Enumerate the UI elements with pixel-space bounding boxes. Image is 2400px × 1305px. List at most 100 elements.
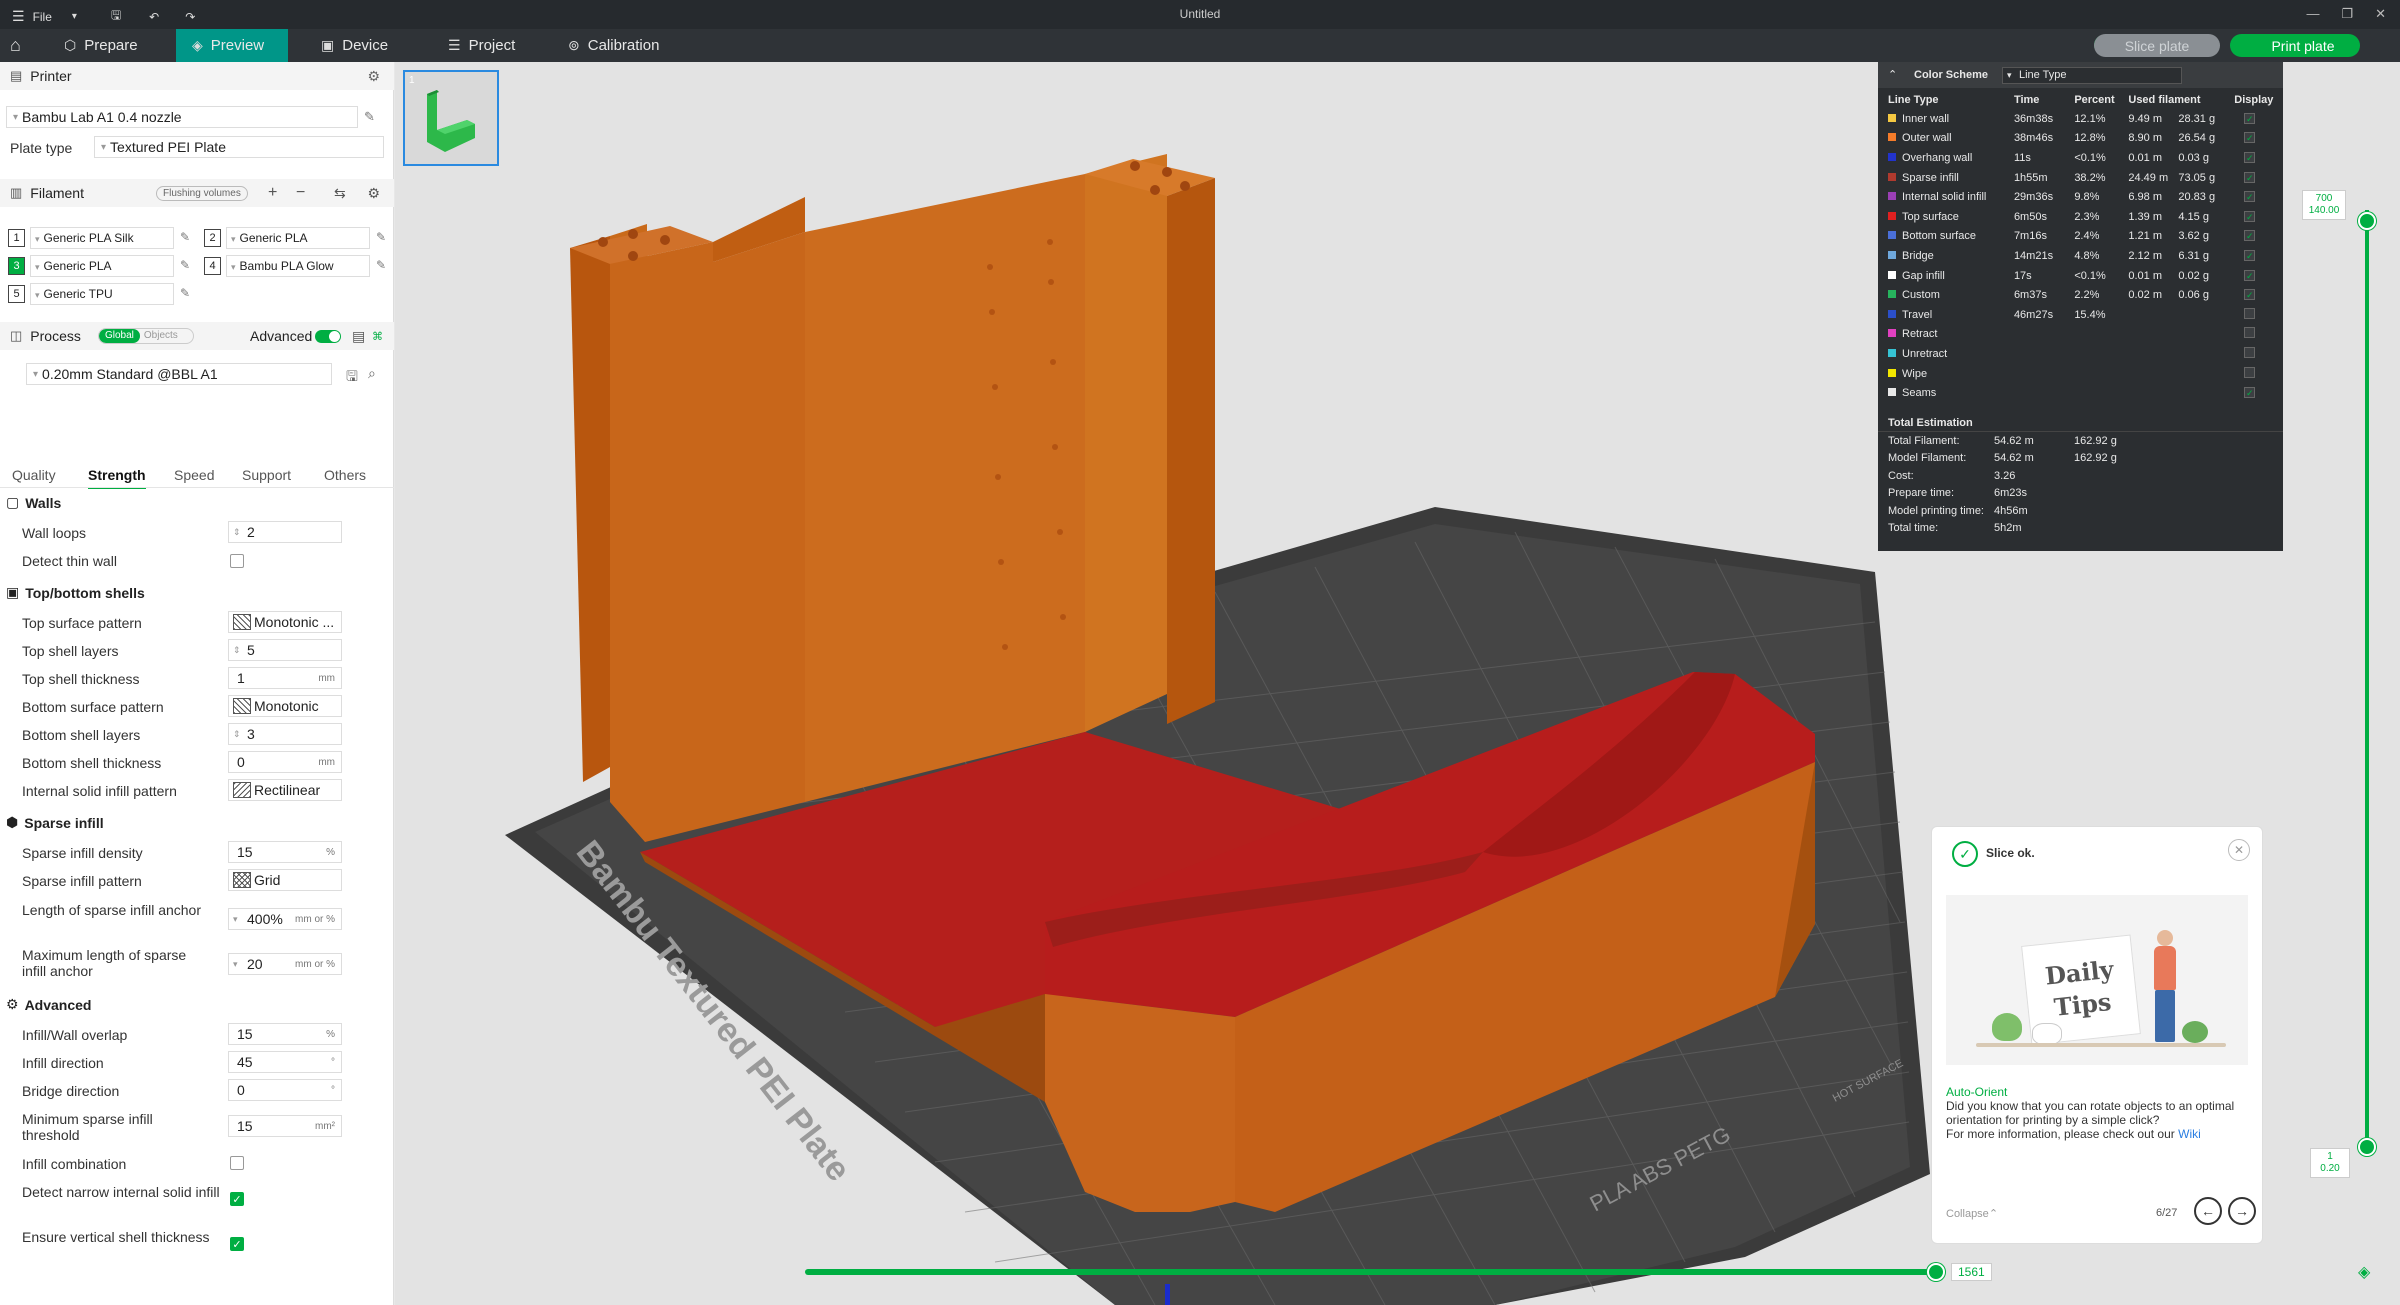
add-icon[interactable]: + bbox=[268, 184, 277, 202]
collapse-legend-icon[interactable]: ⌃ bbox=[1888, 68, 1897, 81]
save-preset-icon[interactable]: 🖫 bbox=[346, 366, 358, 390]
layer-slider-bottom-handle[interactable] bbox=[2358, 1138, 2376, 1156]
move-slider-handle[interactable] bbox=[1927, 1263, 1945, 1281]
filament-slot-3[interactable]: 3 ▾ Generic PLA ✎ bbox=[8, 255, 193, 277]
objects-option[interactable]: Objects bbox=[140, 329, 182, 343]
subtab-others[interactable]: Others bbox=[324, 467, 366, 483]
dropdown-icon[interactable]: ▾ bbox=[233, 959, 241, 970]
bottom-surface-pattern-select[interactable]: Monotonic bbox=[228, 695, 342, 717]
minimize-icon[interactable]: — bbox=[2306, 6, 2319, 22]
home-button[interactable]: ⌂ bbox=[0, 29, 40, 62]
filament-slot-4[interactable]: 4 ▾ Bambu PLA Glow ✎ bbox=[204, 255, 389, 277]
edit-icon[interactable]: ✎ bbox=[180, 230, 190, 244]
wiki-link[interactable]: Wiki bbox=[2178, 1127, 2201, 1141]
filament-select[interactable]: ▾ Generic PLA Silk bbox=[30, 227, 174, 249]
previous-tip-button[interactable]: ← bbox=[2194, 1197, 2222, 1225]
advanced-toggle[interactable] bbox=[315, 330, 341, 343]
layer-slider-track[interactable] bbox=[2365, 210, 2369, 1150]
collapse-button[interactable]: Collapse⌃ bbox=[1946, 1207, 1998, 1220]
printer-select[interactable]: ▾ Bambu Lab A1 0.4 nozzle bbox=[6, 106, 358, 128]
edit-icon[interactable]: ✎ bbox=[376, 230, 386, 244]
display-checkbox[interactable]: ✓ bbox=[2244, 112, 2256, 124]
top-shell-layers-input[interactable]: ⇕ 5 bbox=[228, 639, 342, 661]
spin-icon[interactable]: ⇕ bbox=[233, 527, 241, 538]
search-settings-icon[interactable]: ⌘ bbox=[372, 330, 383, 343]
display-checkbox[interactable] bbox=[2244, 327, 2256, 339]
layers-toggle-icon[interactable]: ◈ bbox=[2358, 1262, 2370, 1282]
edit-icon[interactable]: ✎ bbox=[180, 286, 190, 300]
color-scheme-select[interactable]: ▾ Line Type bbox=[2002, 67, 2182, 84]
display-checkbox[interactable]: ✓ bbox=[2244, 132, 2256, 144]
flushing-volumes-button[interactable]: Flushing volumes bbox=[156, 186, 248, 201]
tab-device[interactable]: ▣ Device bbox=[305, 29, 404, 62]
wall-loops-input[interactable]: ⇕ 2 bbox=[228, 521, 342, 543]
plate-type-select[interactable]: ▾ Textured PEI Plate bbox=[94, 136, 384, 158]
close-icon[interactable]: ✕ bbox=[2228, 839, 2250, 861]
sparse-infill-anchor-input[interactable]: ▾ 400% mm or % bbox=[228, 908, 342, 930]
move-slider-track[interactable] bbox=[805, 1269, 1935, 1275]
gear-icon[interactable]: ⚙ bbox=[367, 68, 380, 85]
next-tip-button[interactable]: → bbox=[2228, 1197, 2256, 1225]
display-checkbox[interactable]: ✓ bbox=[2244, 387, 2256, 399]
display-checkbox[interactable] bbox=[2244, 366, 2256, 378]
filament-select[interactable]: ▾ Bambu PLA Glow bbox=[226, 255, 370, 277]
bridge-direction-input[interactable]: 0 ° bbox=[228, 1079, 342, 1101]
subtab-strength[interactable]: Strength bbox=[88, 467, 146, 489]
sparse-infill-density-input[interactable]: 15% bbox=[228, 841, 342, 863]
gear-icon[interactable]: ⚙ bbox=[367, 185, 380, 202]
edit-icon[interactable]: ✎ bbox=[376, 258, 386, 272]
display-checkbox[interactable]: ✓ bbox=[2244, 269, 2256, 281]
print-plate-button[interactable]: Print plate bbox=[2230, 34, 2360, 57]
remove-icon[interactable]: − bbox=[296, 184, 305, 202]
infill-combination-checkbox[interactable] bbox=[230, 1156, 244, 1170]
filament-slot-2[interactable]: 2 ▾ Generic PLA ✎ bbox=[204, 227, 389, 249]
display-checkbox[interactable] bbox=[2244, 346, 2256, 358]
infill-wall-overlap-input[interactable]: 15% bbox=[228, 1023, 342, 1045]
internal-solid-infill-pattern-select[interactable]: Rectilinear bbox=[228, 779, 342, 801]
compare-icon[interactable]: ▤ bbox=[352, 328, 365, 345]
restore-icon[interactable]: ❐ bbox=[2341, 6, 2353, 22]
edit-icon[interactable]: ✎ bbox=[180, 258, 190, 272]
display-checkbox[interactable]: ✓ bbox=[2244, 191, 2256, 203]
close-window-icon[interactable]: ✕ bbox=[2375, 6, 2386, 22]
subtab-speed[interactable]: Speed bbox=[174, 467, 214, 483]
sparse-infill-pattern-select[interactable]: Grid bbox=[228, 869, 342, 891]
global-objects-toggle[interactable]: Global Objects bbox=[98, 328, 194, 344]
tab-preview[interactable]: ◈ Preview bbox=[176, 29, 288, 62]
infill-direction-input[interactable]: 45 ° bbox=[228, 1051, 342, 1073]
display-checkbox[interactable]: ✓ bbox=[2244, 289, 2256, 301]
display-checkbox[interactable] bbox=[2244, 307, 2256, 319]
bottom-shell-layers-input[interactable]: ⇕ 3 bbox=[228, 723, 342, 745]
filament-select[interactable]: ▾ Generic TPU bbox=[30, 283, 174, 305]
filament-select[interactable]: ▾ Generic PLA bbox=[30, 255, 174, 277]
subtab-quality[interactable]: Quality bbox=[12, 467, 56, 483]
display-checkbox[interactable]: ✓ bbox=[2244, 210, 2256, 222]
layer-slider-top-handle[interactable] bbox=[2358, 212, 2376, 230]
filament-slot-5[interactable]: 5 ▾ Generic TPU ✎ bbox=[8, 283, 193, 305]
display-checkbox[interactable]: ✓ bbox=[2244, 151, 2256, 163]
detect-narrow-infill-checkbox[interactable]: ✓ bbox=[230, 1192, 244, 1206]
filament-slot-1[interactable]: 1 ▾ Generic PLA Silk ✎ bbox=[8, 227, 193, 249]
display-checkbox[interactable]: ✓ bbox=[2244, 249, 2256, 261]
filament-select[interactable]: ▾ Generic PLA bbox=[226, 227, 370, 249]
tab-prepare[interactable]: ⬡ Prepare bbox=[48, 29, 154, 62]
plate-thumbnail[interactable]: 1 bbox=[403, 70, 499, 166]
edit-icon[interactable]: ✎ bbox=[364, 109, 375, 125]
process-preset-select[interactable]: ▾ 0.20mm Standard @BBL A1 bbox=[26, 363, 332, 385]
dropdown-icon[interactable]: ▾ bbox=[233, 914, 241, 925]
global-option[interactable]: Global bbox=[99, 329, 140, 343]
slice-plate-button[interactable]: Slice plate bbox=[2094, 34, 2220, 57]
top-surface-pattern-select[interactable]: Monotonic ... bbox=[228, 611, 342, 633]
tab-calibration[interactable]: ⊚ Calibration bbox=[552, 29, 675, 62]
display-checkbox[interactable]: ✓ bbox=[2244, 230, 2256, 242]
tab-project[interactable]: ☰ Project bbox=[432, 29, 531, 62]
max-sparse-infill-anchor-input[interactable]: ▾ 20 mm or % bbox=[228, 953, 342, 975]
spin-icon[interactable]: ⇕ bbox=[233, 729, 241, 740]
spin-icon[interactable]: ⇕ bbox=[233, 645, 241, 656]
top-shell-thickness-input[interactable]: 1 mm bbox=[228, 667, 342, 689]
sync-icon[interactable]: ⇆ bbox=[334, 185, 346, 202]
vertical-shell-checkbox[interactable]: ✓ bbox=[230, 1237, 244, 1251]
bottom-shell-thickness-input[interactable]: 0 mm bbox=[228, 751, 342, 773]
search-icon[interactable]: ⌕ bbox=[368, 365, 376, 382]
detect-thin-wall-checkbox[interactable] bbox=[230, 554, 244, 568]
